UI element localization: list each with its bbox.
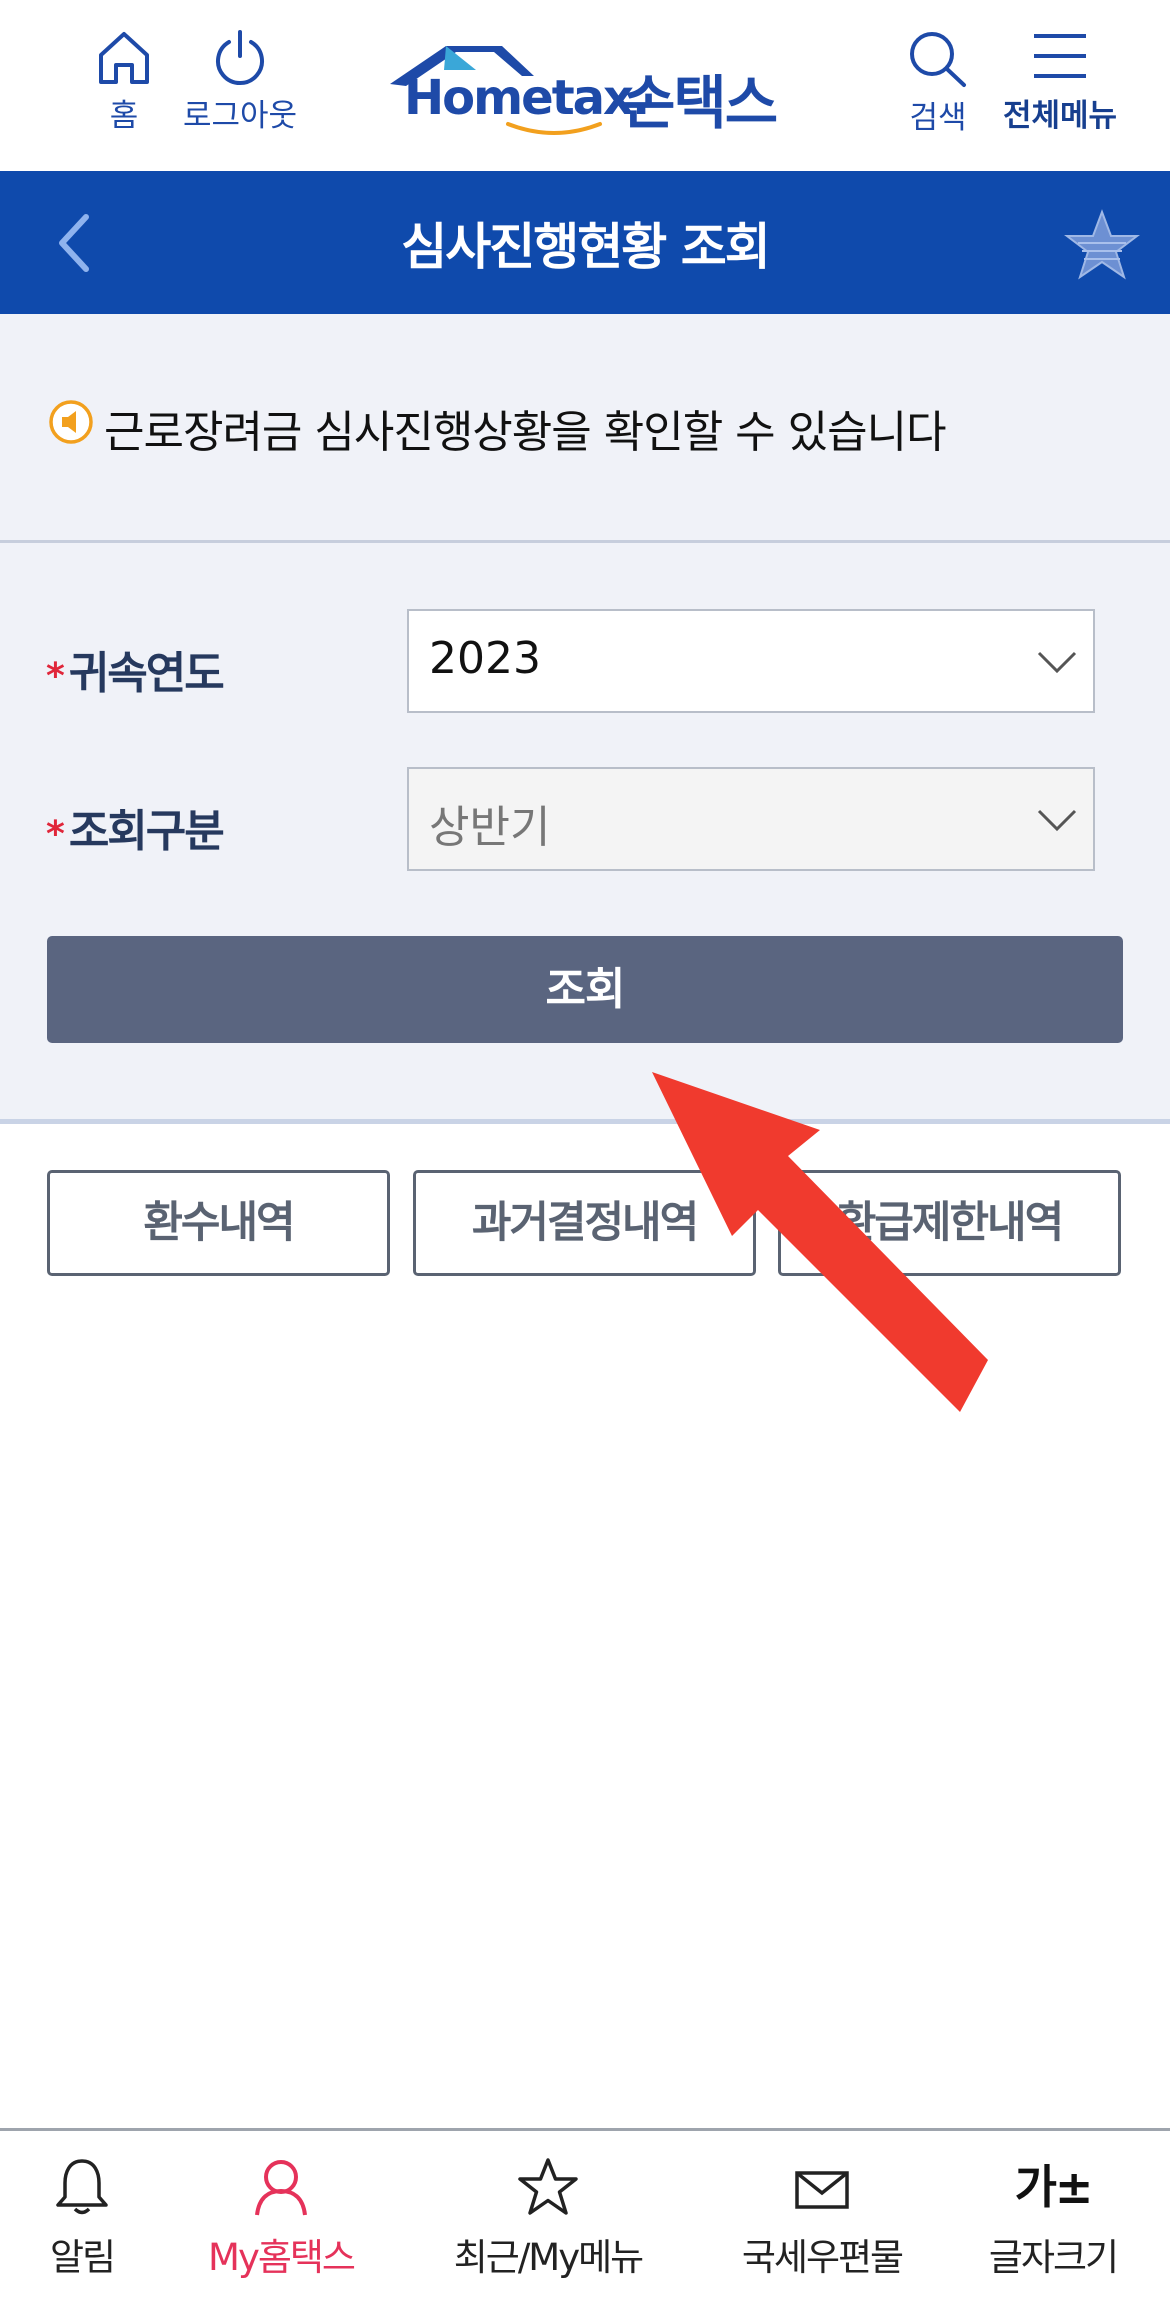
- nav-alerts[interactable]: 알림: [36, 2157, 128, 2281]
- logo-text: Hometax.: [404, 70, 650, 126]
- red-arrow-overlay: [652, 1072, 988, 1412]
- top-header: 홈 로그아웃 Hometax. 손택스 검색 전체메뉴: [0, 0, 1170, 171]
- home-label: 홈: [109, 98, 139, 134]
- chevron-down-icon: [1037, 651, 1077, 674]
- bottom-navigation: 알림 My홈택스 최근/My메뉴 국세우편물 가± 글자크기: [0, 2128, 1170, 2309]
- search-submit-button[interactable]: 조회: [47, 936, 1123, 1043]
- hamburger-icon: [1034, 34, 1086, 78]
- page-title: 심사진행현황 조회: [401, 218, 770, 276]
- mail-icon: [795, 2171, 849, 2209]
- nav-tax-mail[interactable]: 국세우편물: [728, 2157, 916, 2281]
- year-label: * 귀속연도: [46, 648, 225, 699]
- search-icon: [910, 32, 966, 87]
- chevron-down-icon: [1037, 809, 1077, 832]
- user-icon: [255, 2160, 307, 2216]
- nav-label: 글자크기: [988, 2236, 1119, 2279]
- required-mark: *: [46, 813, 65, 855]
- type-select[interactable]: 상반기: [407, 767, 1095, 871]
- hometax-logo[interactable]: Hometax. 손택스: [384, 42, 784, 142]
- nav-font-size[interactable]: 가± 글자크기: [982, 2157, 1124, 2281]
- favorite-star-icon[interactable]: [1064, 209, 1140, 281]
- notice-text: 근로장려금 심사진행상황을 확인할 수 있습니다: [104, 407, 947, 458]
- logo-smile-icon: [506, 122, 602, 135]
- bell-icon: [56, 2159, 108, 2215]
- font-size-icon: 가±: [1014, 2160, 1094, 2214]
- year-select[interactable]: 2023: [407, 609, 1095, 713]
- power-icon: [216, 30, 264, 86]
- search-label: 검색: [909, 100, 967, 136]
- required-mark: *: [46, 655, 65, 697]
- logo-korean: 손택스: [622, 69, 778, 137]
- type-label: * 조회구분: [46, 806, 225, 857]
- nav-label: My홈택스: [208, 2236, 356, 2279]
- star-icon: [518, 2158, 578, 2215]
- refund-recovery-button[interactable]: 환수내역: [47, 1170, 390, 1276]
- speaker-icon: [49, 400, 93, 444]
- type-value: 상반기: [429, 802, 551, 853]
- notice-banner: 근로장려금 심사진행상황을 확인할 수 있습니다: [0, 314, 1170, 543]
- nav-recent-menu[interactable]: 최근/My메뉴: [446, 2157, 650, 2281]
- logout-button[interactable]: 로그아웃: [178, 28, 302, 135]
- logout-label: 로그아웃: [182, 98, 298, 134]
- home-button[interactable]: 홈: [92, 28, 156, 135]
- title-bar: 심사진행현황 조회: [0, 171, 1170, 314]
- nav-label: 최근/My메뉴: [453, 2236, 644, 2279]
- nav-my-hometax[interactable]: My홈택스: [196, 2157, 366, 2281]
- year-value: 2023: [429, 633, 541, 684]
- search-button[interactable]: 검색: [902, 28, 974, 137]
- full-menu-label: 전체메뉴: [1002, 98, 1118, 134]
- nav-label: 알림: [49, 2236, 116, 2279]
- nav-label: 국세우편물: [741, 2236, 904, 2279]
- full-menu-button[interactable]: 전체메뉴: [998, 28, 1122, 135]
- home-icon: [99, 32, 149, 84]
